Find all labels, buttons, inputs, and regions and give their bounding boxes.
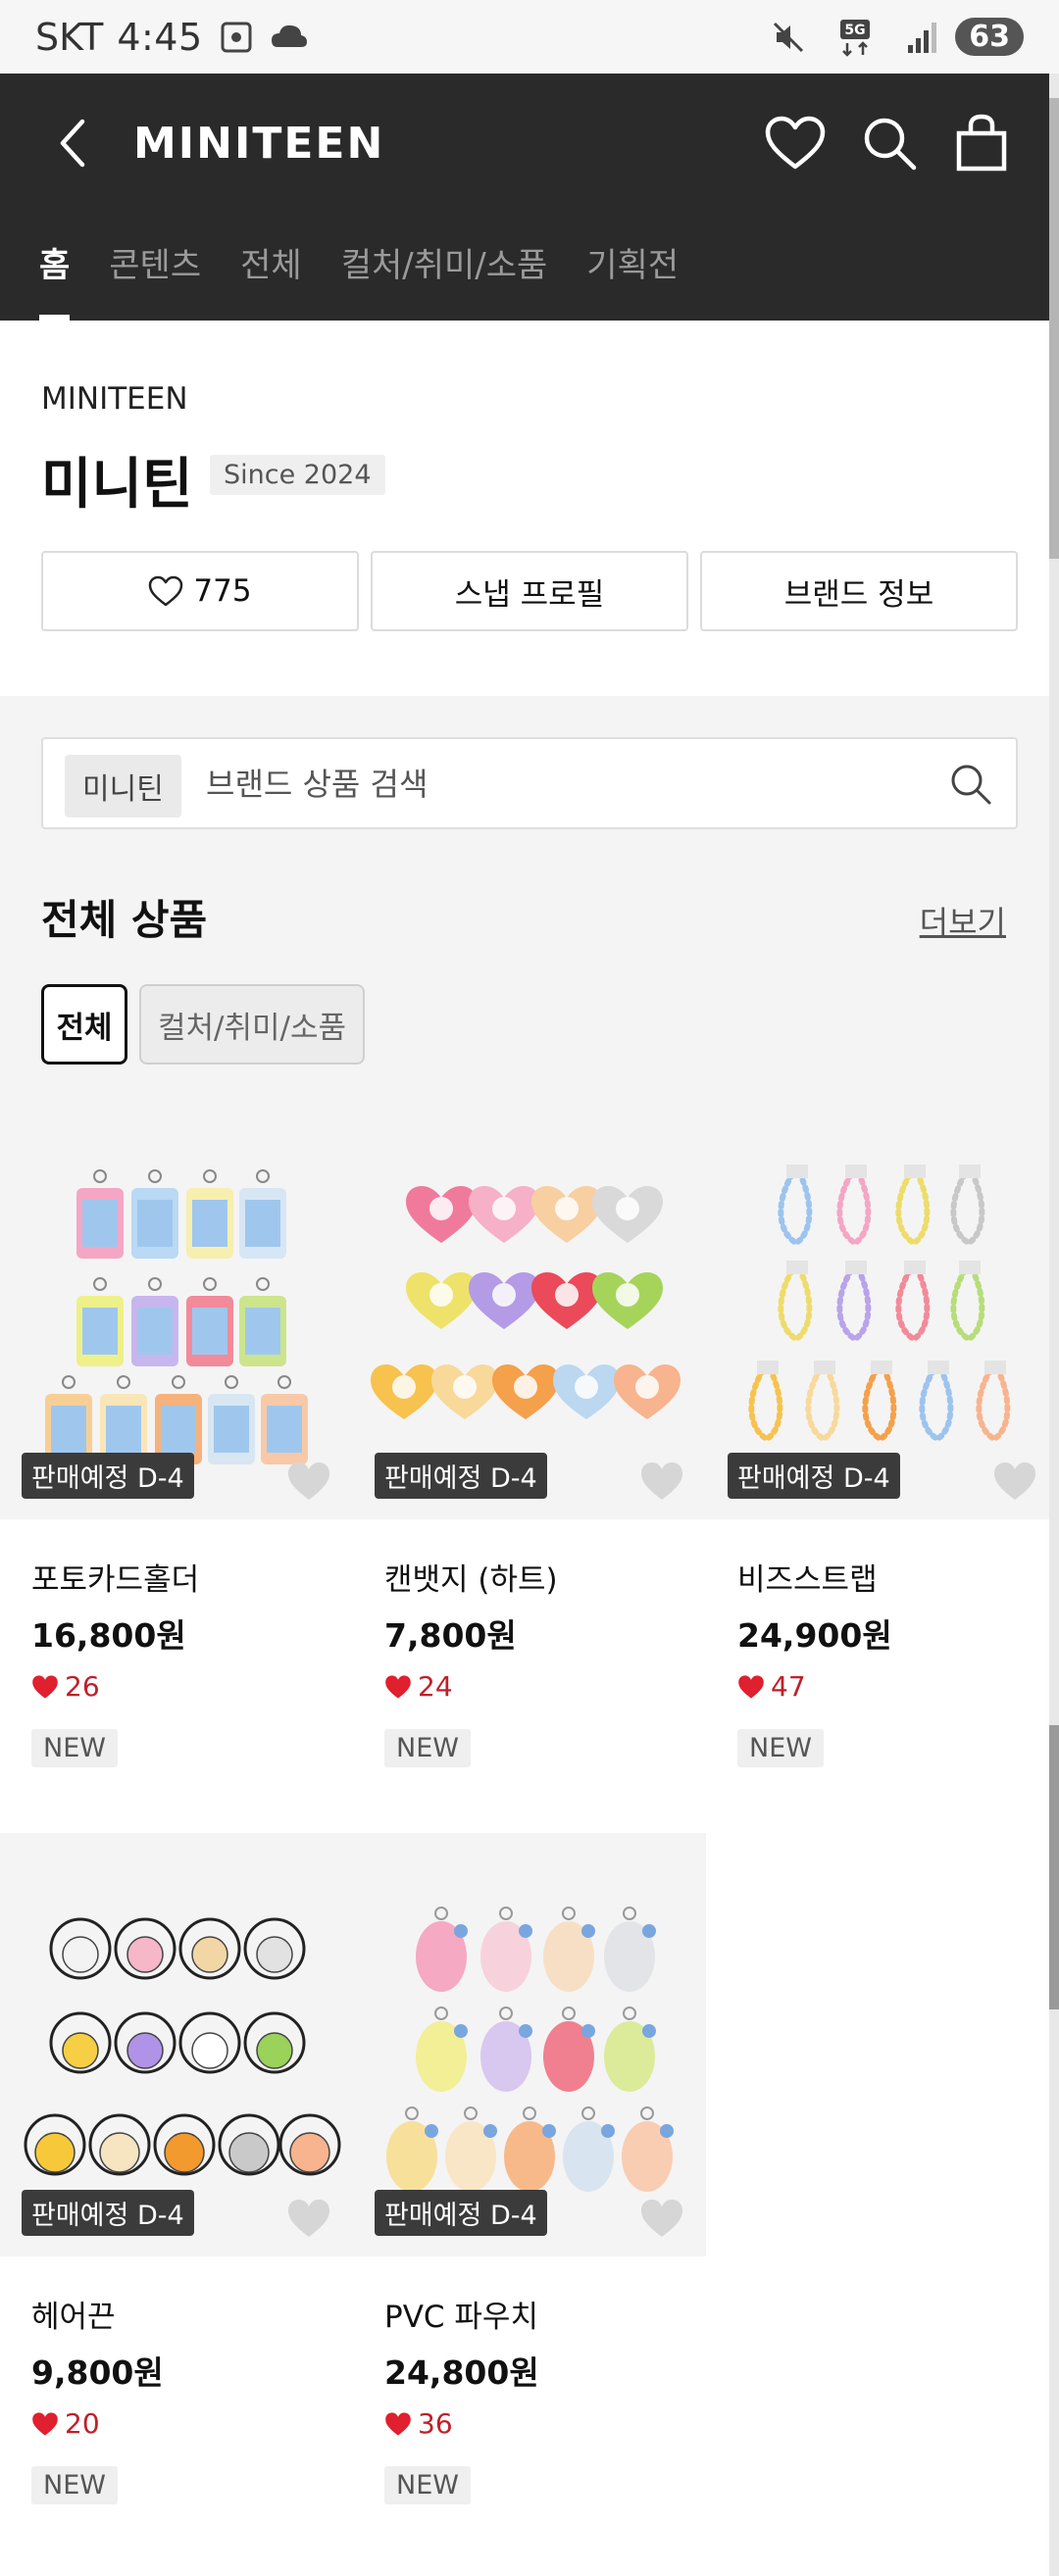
heart-icon[interactable] [286,1459,331,1504]
product-likes: 26 [31,1670,100,1703]
snap-profile-label: 스냅 프로필 [454,576,605,613]
like-count: 47 [771,1670,806,1703]
heart-filled-icon [32,1674,58,1699]
status-bar: SKT 4:45 5G 63 [0,0,1059,74]
scrollbar-thumb-upper[interactable] [1049,98,1059,559]
carrier-label: SKT [35,15,104,59]
brand-name-korean: 미니틴 [41,453,193,517]
heart-filled-icon [385,1674,411,1699]
product-name[interactable]: 캔뱃지 (하트) [384,1555,558,1599]
product-likes: 47 [737,1670,806,1703]
screenshot-icon [217,18,256,57]
product-name[interactable]: 비즈스트랩 [737,1555,878,1599]
new-tag: NEW [384,1729,471,1767]
cloud-icon [270,18,309,57]
brand-name-english: MINITEEN [41,381,188,417]
product-price: 24,900원 [737,1616,892,1655]
wishlist-button[interactable] [763,111,828,175]
network-5g-icon: 5G [835,18,875,57]
product-price: 7,800원 [384,1616,517,1655]
nav-tabs: 홈 콘텐츠 전체 컬처/취미/소품 기획전 [0,211,1059,321]
brand-info-button[interactable]: 브랜드 정보 [700,551,1018,631]
brand-profile: MINITEEN 미니틴 Since 2024 775 스냅 프로필 브랜드 정… [0,321,1049,696]
tab-exhibitions[interactable]: 기획전 [586,211,679,321]
brand-info-label: 브랜드 정보 [783,576,934,613]
search-icon [864,118,917,171]
snap-profile-button[interactable]: 스냅 프로필 [371,551,688,631]
svg-text:5G: 5G [845,23,866,38]
presale-badge: 판매예정 D-4 [22,1453,194,1499]
battery-indicator: 63 [955,18,1024,56]
product-price: 16,800원 [31,1616,186,1655]
like-count: 26 [65,1670,100,1703]
product-price: 9,800원 [31,2353,164,2392]
filter-chip-culture-hobby-goods[interactable]: 컬처/취미/소품 [139,984,365,1065]
heart-icon[interactable] [639,2196,684,2241]
tab-culture-hobby-goods[interactable]: 컬처/취미/소품 [341,211,548,321]
presale-badge: 판매예정 D-4 [375,1453,547,1499]
heart-icon[interactable] [992,1459,1037,1504]
heart-icon[interactable] [286,2196,331,2241]
heart-outline-icon [149,575,183,607]
brand-search-box: 미니틴 [41,737,1018,829]
search-scope-chip[interactable]: 미니틴 [65,755,181,817]
product-likes: 20 [31,2407,100,2440]
cart-button[interactable] [949,111,1014,175]
new-tag: NEW [31,2466,118,2504]
heart-filled-icon [32,2411,58,2436]
brand-like-count: 775 [193,573,252,609]
product-name[interactable]: PVC 파우치 [384,2292,538,2336]
like-count: 36 [418,2407,453,2440]
brand-logo[interactable]: MINITEEN [133,115,384,173]
chevron-left-icon [60,119,85,168]
heart-icon [765,116,826,170]
presale-badge: 판매예정 D-4 [22,2190,194,2236]
brand-search-input[interactable] [206,757,951,812]
new-tag: NEW [384,2466,471,2504]
heart-icon[interactable] [639,1459,684,1504]
product-price: 24,800원 [384,2353,539,2392]
product-likes: 36 [384,2407,453,2440]
scrollbar-thumb[interactable] [1049,1725,1059,2009]
presale-badge: 판매예정 D-4 [728,1453,900,1499]
app-header: MINITEEN 홈 콘텐츠 전체 컬처/취미/소품 기획전 [0,74,1059,321]
tab-home[interactable]: 홈 [39,211,71,321]
new-tag: NEW [737,1729,824,1767]
heart-filled-icon [385,2411,411,2436]
mute-icon [769,18,808,57]
presale-badge: 판매예정 D-4 [375,2190,547,2236]
like-count: 20 [65,2407,100,2440]
more-link[interactable]: 더보기 [920,898,1006,943]
product-section-header: 미니틴 전체 상품 더보기 전체 컬처/취미/소품 [0,696,1049,1096]
product-name[interactable]: 헤어끈 [31,2292,116,2336]
like-count: 24 [418,1670,453,1703]
product-name[interactable]: 포토카드홀더 [31,1555,199,1599]
clock: 4:45 [117,15,203,59]
brand-like-button[interactable]: 775 [41,551,359,631]
header-toolbar: MINITEEN [0,74,1059,211]
back-button[interactable] [45,109,100,177]
section-title: 전체 상품 [41,896,208,944]
shopping-bag-icon [956,114,1007,172]
signal-icon [902,18,941,57]
product-likes: 24 [384,1670,453,1703]
product-grid: 판매예정 D-4 포토카드홀더 16,800원 26 NEW 판매예정 D-4 … [0,1096,1059,2576]
tab-contents[interactable]: 콘텐츠 [109,211,201,321]
filter-chip-all[interactable]: 전체 [41,984,127,1065]
tab-all[interactable]: 전체 [240,211,302,321]
new-tag: NEW [31,1729,118,1767]
heart-filled-icon [738,1674,764,1699]
search-icon[interactable] [947,761,994,808]
search-button[interactable] [857,111,922,175]
since-badge: Since 2024 [210,455,385,495]
